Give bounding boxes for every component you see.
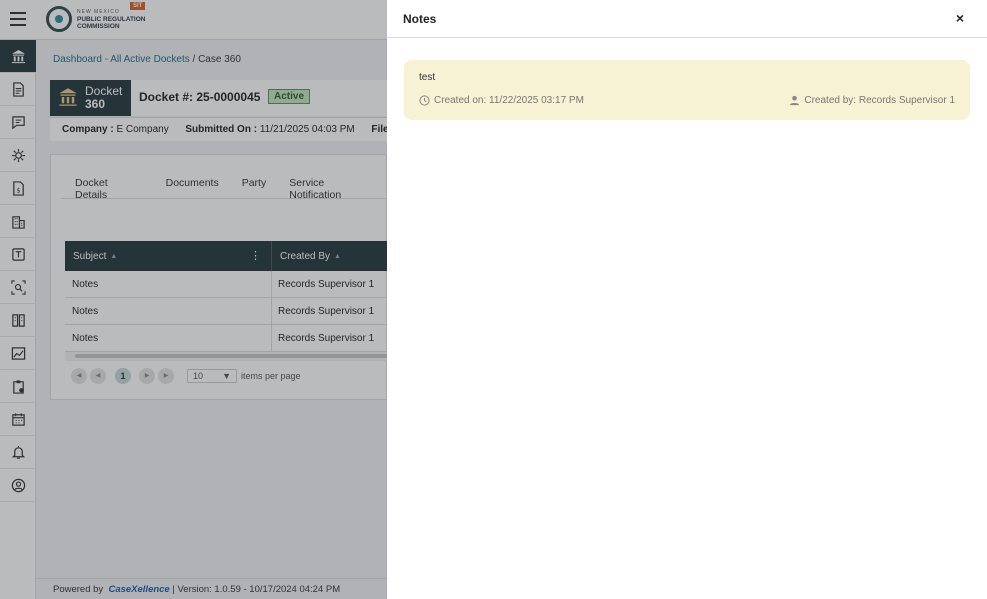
drawer-title: Notes [403,12,437,26]
note-created-by: Created by: Records Supervisor 1 [789,95,955,106]
note-created-on: Created on: 11/22/2025 03:17 PM [419,95,584,106]
note-created-on-text: Created on: 11/22/2025 03:17 PM [434,95,584,106]
user-icon [790,95,800,106]
clock-icon [419,95,430,106]
note-created-by-text: Created by: Records Supervisor 1 [804,95,955,106]
note-card: test Created on: 11/22/2025 03:17 PM Cre… [404,60,970,120]
drawer-header: Notes × [387,0,987,38]
notes-drawer: Notes × test Created on: 11/22/2025 03:1… [387,0,987,599]
note-text: test [419,72,436,83]
close-icon: × [955,10,965,26]
close-button[interactable]: × [951,9,969,27]
